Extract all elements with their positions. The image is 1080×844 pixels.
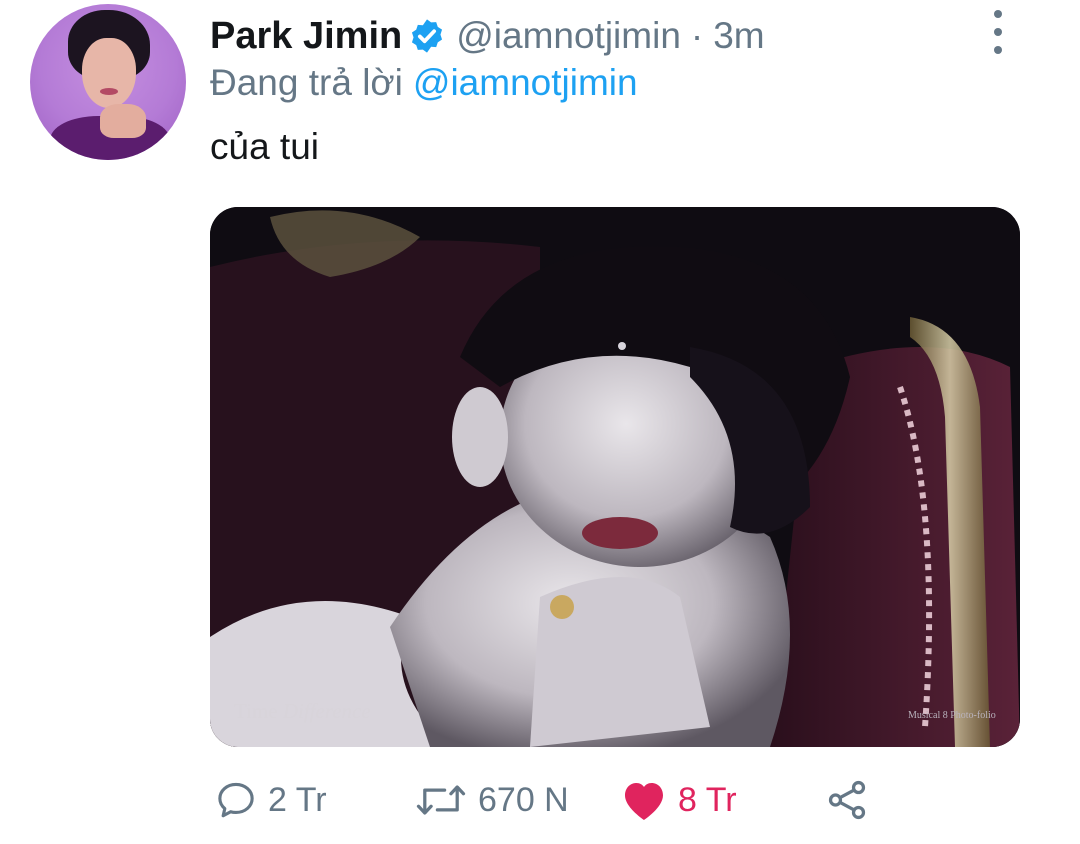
verified-badge-icon xyxy=(412,19,443,53)
reply-prefix: Đang trả lời xyxy=(210,62,403,103)
speech-bubble-icon xyxy=(218,782,254,818)
retweet-button[interactable]: 670 N xyxy=(414,770,569,830)
reply-count: 2 Tr xyxy=(268,780,327,819)
avatar-face xyxy=(82,38,136,108)
tweet-actions: 2 Tr 670 N 8 Tr xyxy=(210,770,1020,830)
like-button[interactable]: 8 Tr xyxy=(620,770,737,830)
tweet-card: Park Jimin @iamnotjimin · 3m Đang trả lờ… xyxy=(0,0,1080,844)
retweet-count: 670 N xyxy=(478,780,569,819)
tweet-header: Park Jimin @iamnotjimin · 3m xyxy=(210,12,765,60)
author-handle[interactable]: @iamnotjimin xyxy=(456,15,681,57)
photo-watermark-credit: Musical 8 Photo-folio xyxy=(908,710,996,721)
retweet-arrows-icon xyxy=(416,785,466,815)
reply-context: Đang trả lời @iamnotjimin xyxy=(210,60,638,106)
more-options-button[interactable] xyxy=(984,10,1012,54)
avatar[interactable] xyxy=(30,4,186,160)
photo-illustration xyxy=(210,207,1020,747)
watermark-plain: Time xyxy=(234,699,283,723)
more-vertical-icon xyxy=(994,28,1002,36)
display-name[interactable]: Park Jimin xyxy=(210,15,402,58)
heart-icon xyxy=(625,783,663,820)
header-separator: · xyxy=(690,15,704,56)
reply-to-link[interactable]: @iamnotjimin xyxy=(413,62,638,104)
tweet-timestamp[interactable]: 3m xyxy=(713,15,764,57)
avatar-lips xyxy=(100,88,118,95)
tweet-media-photo[interactable]: Time Difference Musical 8 Photo-folio xyxy=(210,207,1020,747)
watermark-italic: Difference xyxy=(282,699,371,723)
share-nodes-icon xyxy=(828,780,866,820)
more-vertical-icon xyxy=(994,10,1002,18)
photo-watermark-title: Time Difference xyxy=(234,699,371,724)
reply-button[interactable]: 2 Tr xyxy=(214,770,327,830)
more-vertical-icon xyxy=(994,46,1002,54)
share-button[interactable] xyxy=(824,770,870,830)
like-count: 8 Tr xyxy=(678,780,737,819)
tweet-text: của tui xyxy=(210,126,320,167)
avatar-hand xyxy=(100,104,146,138)
